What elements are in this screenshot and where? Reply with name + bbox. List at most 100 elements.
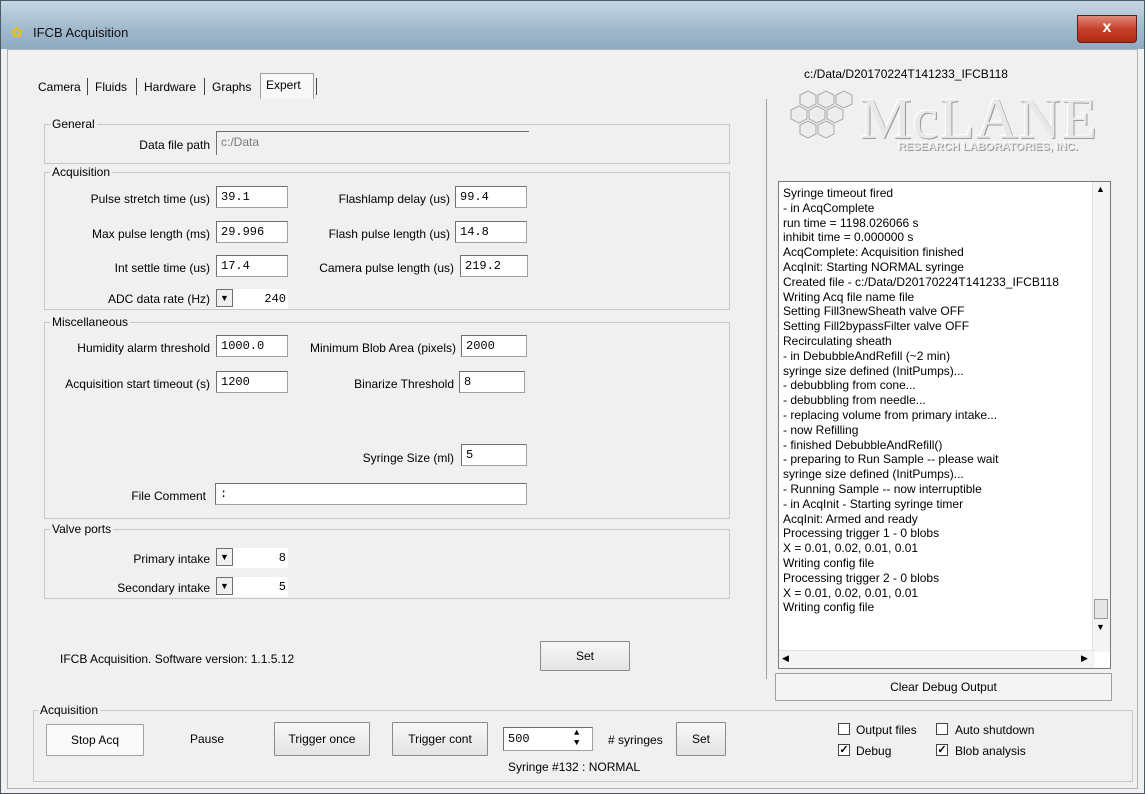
debug-line: Writing config file: [783, 555, 875, 570]
flashlamp-delay-input[interactable]: 99.4: [455, 186, 527, 208]
tab-camera[interactable]: Camera: [38, 80, 81, 94]
general-group-label: General: [50, 117, 97, 131]
debug-line: Writing config file: [783, 600, 875, 615]
int-settle-label: Int settle time (us): [114, 261, 210, 275]
acquisition-group-label: Acquisition: [50, 165, 113, 179]
software-version: IFCB Acquisition. Software version: 1.1.…: [60, 652, 295, 666]
scroll-left-icon[interactable]: ◀: [782, 653, 789, 664]
camera-pulse-label: Camera pulse length (us): [319, 261, 454, 275]
current-file-path: c:/Data/D20170224T141233_IFCB118: [804, 67, 1008, 81]
secondary-intake-label: Secondary intake: [117, 581, 210, 595]
humidity-input[interactable]: 1000.0: [216, 335, 288, 357]
debug-line: - in AcqComplete: [783, 200, 875, 215]
primary-intake-select[interactable]: ▼ 8: [216, 548, 288, 568]
misc-group-label: Miscellaneous: [50, 315, 131, 329]
flash-pulse-input[interactable]: 14.8: [455, 221, 527, 243]
tab-hardware[interactable]: Hardware: [144, 80, 196, 94]
auto-shutdown-checkbox[interactable]: [936, 723, 948, 735]
mclane-logo: McLANE RESEARCH LABORATORIES, INC.: [780, 85, 1120, 165]
int-settle-input[interactable]: 17.4: [216, 255, 288, 277]
debug-line: inhibit time = 0.000000 s: [783, 230, 914, 245]
scroll-down-icon[interactable]: ▼: [1096, 622, 1105, 632]
debug-line: run time = 1198.026066 s: [783, 215, 919, 230]
debug-lines: Syringe timeout fired - in AcqComplete ru…: [779, 182, 1110, 615]
blob-analysis-label: Blob analysis: [955, 744, 1026, 758]
output-files-label: Output files: [856, 723, 917, 737]
debug-line: Processing trigger 1 - 0 blobs: [783, 526, 940, 541]
file-comment-label: File Comment: [131, 489, 206, 503]
adc-rate-select[interactable]: ▼ 240: [216, 289, 288, 309]
spinner-down-icon[interactable]: ▼: [574, 738, 579, 748]
vertical-scrollbar[interactable]: ▲ ▼: [1092, 182, 1110, 652]
close-button[interactable]: x: [1077, 15, 1137, 43]
spinner-up-icon[interactable]: ▲: [574, 728, 579, 738]
syringe-size-input[interactable]: 5: [461, 444, 527, 466]
debug-output[interactable]: Syringe timeout fired - in AcqComplete ru…: [778, 181, 1111, 669]
debug-line: Setting Fill2bypassFilter valve OFF: [783, 319, 970, 334]
set-button[interactable]: Set: [540, 641, 630, 671]
logo-sub-text: RESEARCH LABORATORIES, INC.: [898, 141, 1078, 153]
panel-divider: [766, 99, 767, 679]
acq-timeout-label: Acquisition start timeout (s): [65, 377, 210, 391]
max-pulse-label: Max pulse length (ms): [91, 227, 210, 241]
tab-graphs[interactable]: Graphs: [212, 80, 251, 94]
debug-check-icon: ✓: [839, 744, 849, 756]
stop-acq-button[interactable]: Stop Acq: [46, 724, 144, 756]
tab-separator: [136, 78, 137, 95]
app-icon: ✿: [11, 24, 23, 40]
debug-line: Writing Acq file name file: [783, 289, 915, 304]
scroll-right-icon[interactable]: ▶: [1081, 653, 1088, 664]
adc-rate-label: ADC data rate (Hz): [107, 292, 210, 306]
trigger-once-button[interactable]: Trigger once: [274, 722, 370, 756]
pulse-stretch-input[interactable]: 39.1: [216, 186, 288, 208]
syringe-set-button[interactable]: Set: [676, 722, 726, 756]
file-comment-input[interactable]: :: [215, 483, 527, 505]
data-file-path-field[interactable]: c:/Data: [216, 131, 529, 155]
scroll-up-icon[interactable]: ▲: [1096, 184, 1105, 194]
output-files-checkbox[interactable]: [838, 723, 850, 735]
camera-pulse-input[interactable]: 219.2: [460, 255, 528, 277]
humidity-label: Humidity alarm threshold: [77, 341, 210, 355]
tab-fluids[interactable]: Fluids: [95, 80, 127, 94]
blob-analysis-checkbox[interactable]: ✓: [936, 744, 948, 756]
secondary-intake-select[interactable]: ▼ 5: [216, 577, 288, 597]
debug-line: X = 0.01, 0.02, 0.01, 0.01: [783, 585, 919, 600]
window-title: IFCB Acquisition: [33, 25, 129, 40]
tab-separator: [316, 78, 317, 95]
max-pulse-input[interactable]: 29.996: [216, 221, 288, 243]
chevron-down-icon[interactable]: ▼: [216, 577, 233, 595]
debug-line: Processing trigger 2 - 0 blobs: [783, 570, 940, 585]
adc-rate-value: 240: [264, 292, 286, 306]
acq-timeout-input[interactable]: 1200: [216, 371, 288, 393]
debug-checkbox[interactable]: ✓: [838, 744, 850, 756]
syringes-label: # syringes: [608, 733, 663, 747]
debug-line: AcqInit: Starting NORMAL syringe: [783, 259, 964, 274]
syringe-count-input[interactable]: 500 ▲ ▼: [503, 727, 593, 751]
debug-line: AcqInit: Armed and ready: [783, 511, 918, 526]
horizontal-scrollbar[interactable]: ◀ ▶: [779, 650, 1095, 668]
binarize-label: Binarize Threshold: [354, 377, 454, 391]
trigger-cont-button[interactable]: Trigger cont: [392, 722, 488, 756]
min-blob-input[interactable]: 2000: [461, 335, 527, 357]
debug-line: - debubbling from needle...: [783, 393, 926, 408]
debug-line: Syringe timeout fired: [783, 186, 894, 200]
tab-expert[interactable]: Expert: [266, 78, 301, 92]
data-file-path-label: Data file path: [139, 138, 210, 152]
debug-line: AcqComplete: Acquisition finished: [783, 245, 964, 260]
chevron-down-icon[interactable]: ▼: [216, 548, 233, 566]
primary-intake-value: 8: [278, 551, 286, 565]
debug-line: Recirculating sheath: [783, 333, 892, 348]
clear-debug-button[interactable]: Clear Debug Output: [775, 673, 1112, 701]
pause-button[interactable]: Pause: [160, 724, 254, 756]
debug-line: Setting Fill3newSheath valve OFF: [783, 304, 965, 319]
chevron-down-icon[interactable]: ▼: [216, 289, 233, 307]
flash-pulse-label: Flash pulse length (us): [328, 227, 450, 241]
binarize-input[interactable]: 8: [459, 371, 525, 393]
debug-line: syringe size defined (InitPumps)...: [783, 363, 964, 378]
title-bar[interactable]: ✿ IFCB Acquisition x: [1, 1, 1144, 49]
valve-ports-group-label: Valve ports: [50, 522, 114, 536]
tab-separator: [87, 78, 88, 95]
debug-line: - preparing to Run Sample -- please wait: [783, 452, 999, 467]
tab-separator: [204, 78, 205, 95]
scroll-thumb[interactable]: [1094, 599, 1108, 619]
